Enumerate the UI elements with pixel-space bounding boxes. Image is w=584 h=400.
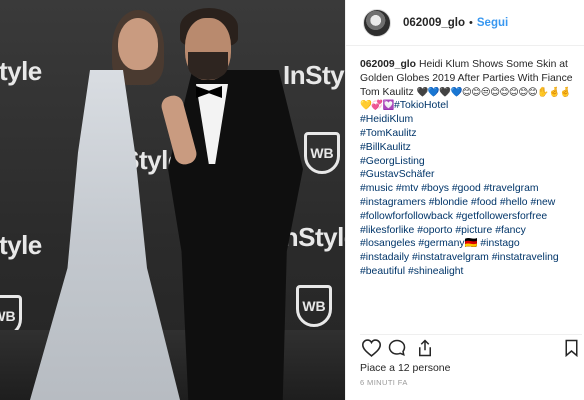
hashtag[interactable]: #TokioHotel [394, 100, 448, 111]
comment-icon[interactable] [386, 337, 408, 359]
hashtag[interactable]: #losangeles [360, 238, 415, 249]
hashtag[interactable]: #getfollowersforfree [456, 211, 547, 222]
hashtag[interactable]: #instadaily [360, 252, 409, 263]
hashtag[interactable]: #mtv [396, 183, 419, 194]
wb-logo: WB [304, 132, 340, 174]
hashtag[interactable]: #food [471, 197, 497, 208]
hashtag[interactable]: #beautiful [360, 266, 405, 277]
woman-head [118, 18, 158, 70]
post-timestamp: 6 MINUTI FA [360, 378, 408, 387]
hashtag[interactable]: #fancy [495, 225, 526, 236]
bookmark-icon[interactable] [560, 337, 582, 359]
likes-count[interactable]: Piace a 12 persone [360, 362, 450, 374]
woman-dress [30, 70, 180, 400]
caption-username[interactable]: 062009_glo [360, 59, 416, 70]
backdrop-logo: InStyle [0, 230, 42, 260]
hashtag[interactable]: #travelgram [484, 183, 539, 194]
hashtag[interactable]: #music [360, 183, 393, 194]
man-suit [168, 70, 303, 400]
heart-icon[interactable] [360, 337, 382, 359]
avatar[interactable] [363, 8, 391, 37]
hashtag[interactable]: #instatravelgram [412, 252, 489, 263]
post-header: 062009_glo • Segui [346, 0, 584, 46]
post-caption: 062009_glo Heidi Klum Shows Some Skin at… [360, 58, 582, 279]
backdrop-logo: InStyle [0, 56, 42, 86]
man-beard [188, 52, 228, 80]
hashtag[interactable]: #HeidiKlum [360, 114, 413, 125]
hashtag[interactable]: #hello [500, 197, 528, 208]
hashtag[interactable]: #GustavSchäfer [360, 169, 435, 180]
separator-dot: • [469, 16, 473, 29]
hashtag[interactable]: #GeorgListing [360, 156, 425, 167]
hashtag[interactable]: #boys [421, 183, 449, 194]
backdrop-logo: InStyle [283, 60, 345, 90]
hashtag[interactable]: #shinealight [408, 266, 463, 277]
post-actions [360, 334, 582, 358]
hashtag[interactable]: #followforfollowback [360, 211, 453, 222]
hashtag[interactable]: #germany🇩🇪 [418, 238, 477, 249]
post-photo[interactable]: InStyle InStyle InStyle InStyle InStyle … [0, 0, 345, 400]
hashtag[interactable]: #good [452, 183, 481, 194]
username-link[interactable]: 062009_glo [403, 17, 465, 29]
hashtag[interactable]: #instago [480, 238, 519, 249]
hashtag[interactable]: #picture [455, 225, 492, 236]
hashtag[interactable]: #blondie [429, 197, 468, 208]
post-side-panel: 062009_glo • Segui 062009_glo Heidi Klum… [345, 0, 584, 400]
hashtag[interactable]: #instatraveling [492, 252, 559, 263]
follow-button[interactable]: Segui [477, 17, 508, 29]
wb-logo: WB [296, 285, 332, 327]
hashtag[interactable]: #oporto [417, 225, 452, 236]
hashtag[interactable]: #TomKaulitz [360, 128, 417, 139]
hashtag[interactable]: #BillKaulitz [360, 142, 411, 153]
share-icon[interactable] [414, 337, 436, 359]
hashtag[interactable]: #likesforlike [360, 225, 414, 236]
hashtag[interactable]: #new [530, 197, 555, 208]
hashtag[interactable]: #instagramers [360, 197, 426, 208]
